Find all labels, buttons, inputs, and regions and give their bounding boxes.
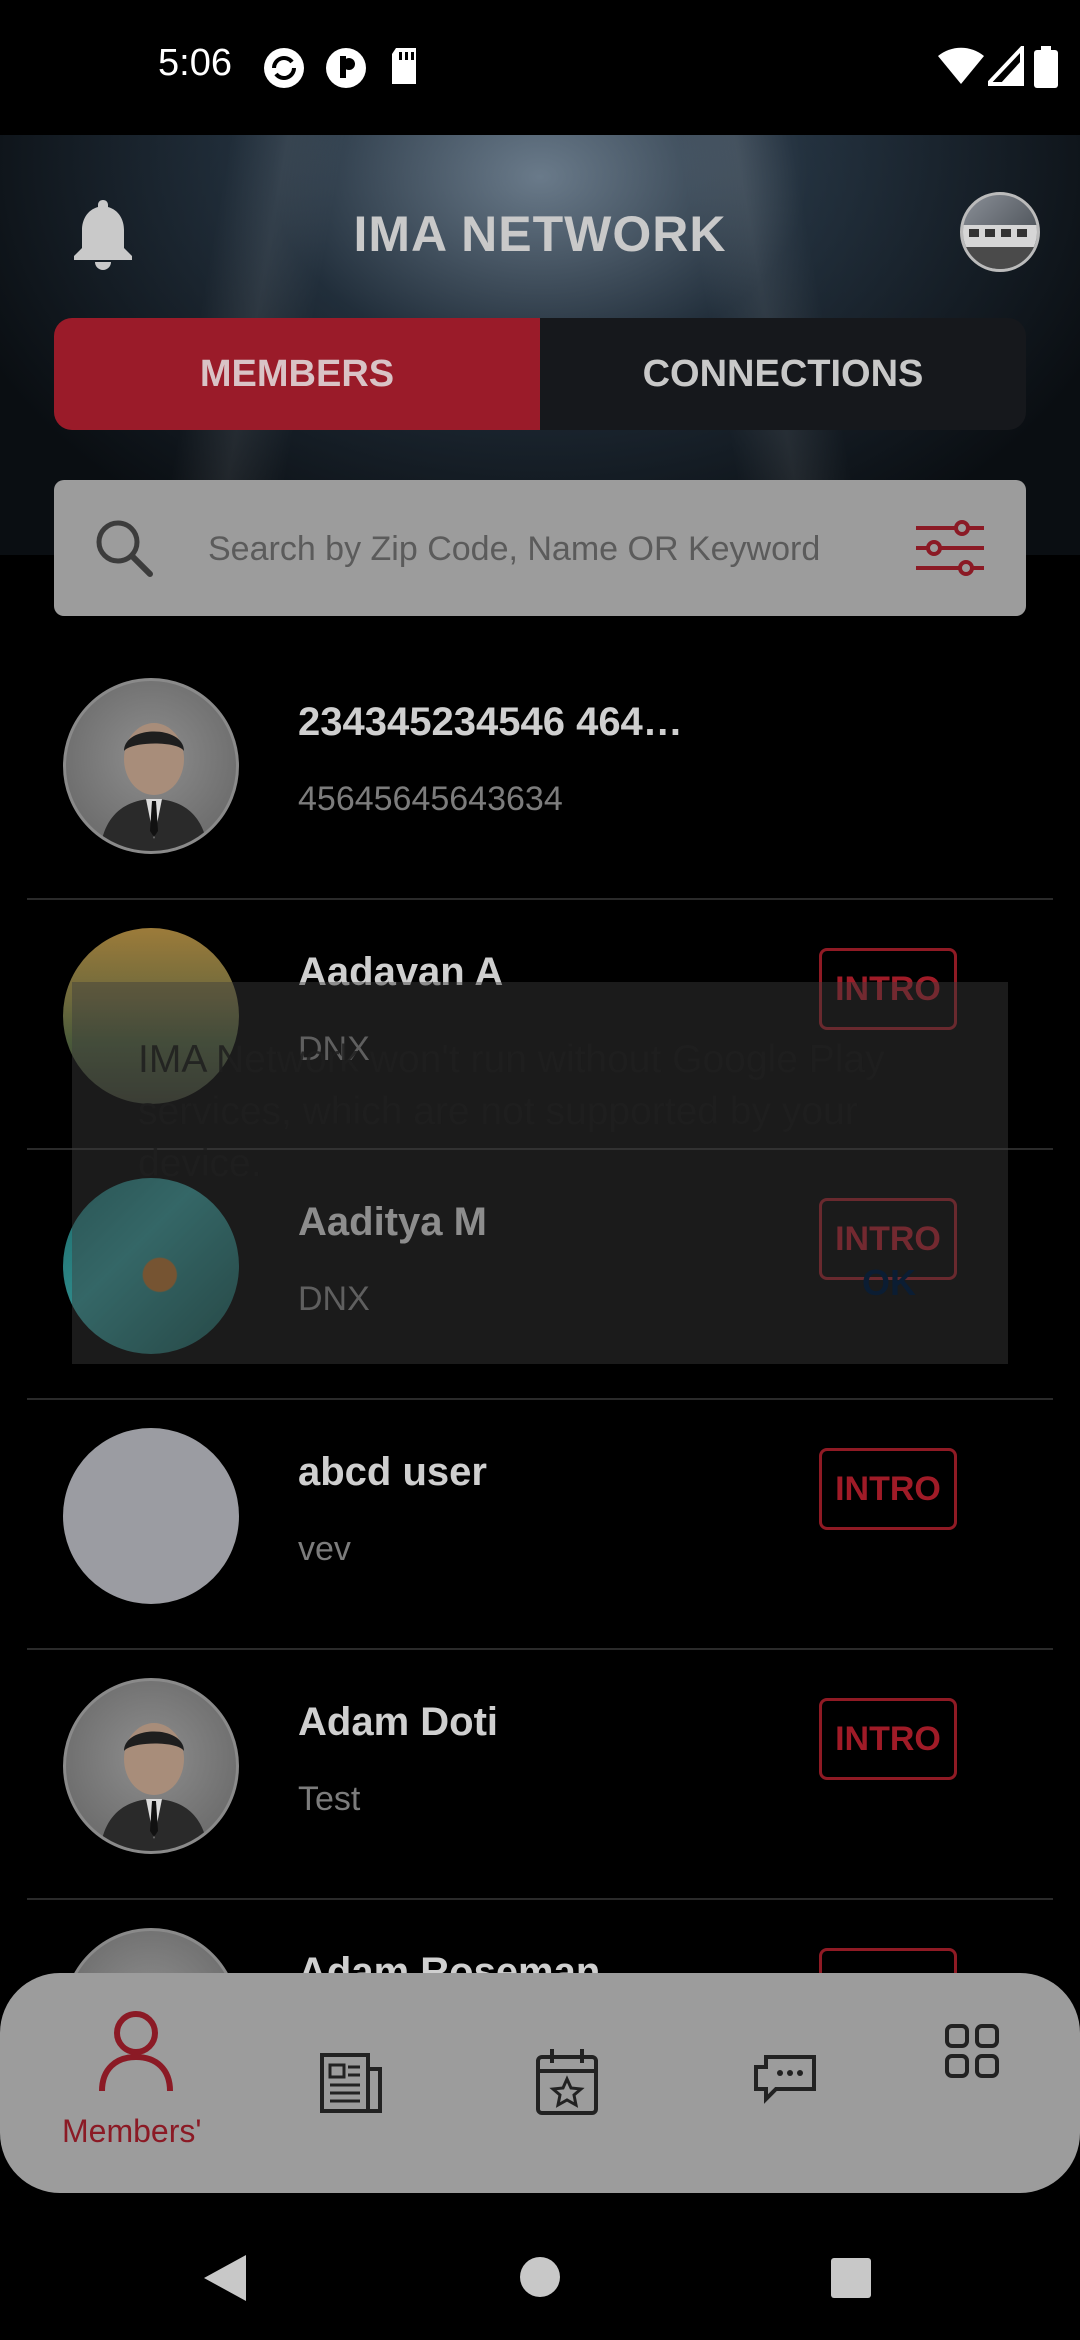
person-icon[interactable] [96, 2009, 176, 2095]
filter-sliders-icon[interactable] [914, 520, 986, 576]
bottom-navigation: Members' [0, 1973, 1080, 2193]
segmented-tabs: MEMBERS CONNECTIONS [54, 318, 1026, 430]
member-subtitle: vev [298, 1530, 351, 1568]
default-avatar [63, 1678, 239, 1854]
search-input[interactable] [206, 518, 900, 580]
signal-icon [988, 46, 1024, 86]
member-name: 234345234546 464… [298, 700, 683, 744]
tab-connections[interactable]: CONNECTIONS [540, 318, 1026, 430]
intro-button[interactable]: INTRO [819, 1698, 957, 1780]
back-icon[interactable] [202, 2253, 248, 2303]
search-icon[interactable] [94, 518, 154, 578]
profile-avatar[interactable] [960, 192, 1040, 272]
home-icon[interactable] [518, 2255, 562, 2299]
system-navigation-bar [0, 2193, 1080, 2340]
list-item[interactable]: abcd user vev INTRO [27, 1400, 1053, 1650]
person-silhouette-icon [100, 723, 208, 851]
error-dialog: IMA Network won't run without Google Pla… [72, 982, 1008, 1364]
search-bar [54, 480, 1026, 616]
intro-button[interactable]: INTRO [819, 1448, 957, 1530]
member-subtitle: Test [298, 1780, 361, 1818]
member-name: abcd user [298, 1450, 487, 1494]
list-item[interactable]: Adam Doti Test INTRO [27, 1650, 1053, 1900]
nav-label-members[interactable]: Members' [62, 2113, 201, 2150]
chat-icon[interactable] [752, 2053, 818, 2109]
wifi-icon [938, 47, 984, 84]
calendar-star-icon[interactable] [534, 2047, 600, 2117]
page-title: IMA NETWORK [353, 206, 727, 262]
dialog-message: IMA Network won't run without Google Pla… [138, 1038, 885, 1185]
ok-button[interactable]: OK [862, 1262, 916, 1304]
p-icon [326, 48, 366, 88]
battery-icon [1034, 46, 1058, 88]
status-time: 5:06 [158, 42, 232, 84]
recents-icon[interactable] [830, 2257, 872, 2299]
news-icon[interactable] [318, 2051, 384, 2115]
default-avatar [63, 678, 239, 854]
blank-avatar [63, 1428, 239, 1604]
member-name: Adam Doti [298, 1700, 498, 1744]
sync-icon [264, 48, 304, 88]
person-silhouette-icon [100, 1723, 208, 1851]
grid-icon[interactable] [944, 2023, 1000, 2079]
tab-members[interactable]: MEMBERS [54, 318, 540, 430]
member-subtitle: 45645645643634 [298, 780, 563, 818]
list-item[interactable]: 234345234546 464… 45645645643634 [27, 650, 1053, 900]
sd-card-icon [392, 48, 416, 84]
train-photo-icon [963, 225, 1037, 269]
status-bar: 5:06 [0, 0, 1080, 135]
